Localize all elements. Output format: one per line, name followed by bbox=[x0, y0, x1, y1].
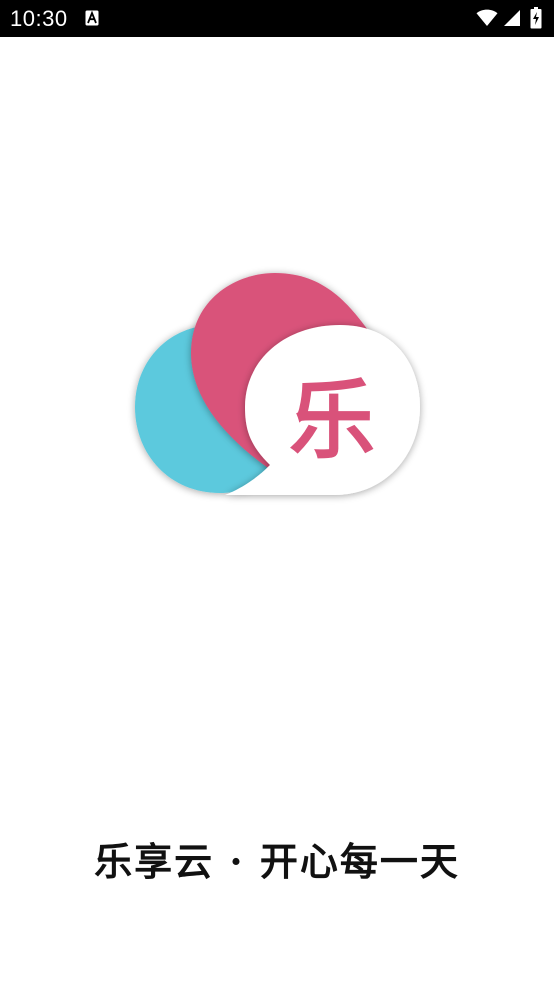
wifi-icon bbox=[476, 9, 498, 26]
cellular-signal-icon bbox=[504, 10, 520, 26]
status-bar: 10:30 bbox=[0, 0, 554, 37]
app-slogan: 乐享云 · 开心每一天 bbox=[94, 839, 460, 884]
logo-character: 乐 bbox=[289, 371, 375, 471]
app-logo: 乐 bbox=[135, 273, 420, 495]
status-time: 10:30 bbox=[10, 6, 68, 31]
battery-charging-icon bbox=[530, 7, 542, 29]
splash-screen: 10:30 乐 乐享云 · 开心每一天 bbox=[0, 0, 554, 984]
a-notification-icon bbox=[85, 10, 99, 26]
